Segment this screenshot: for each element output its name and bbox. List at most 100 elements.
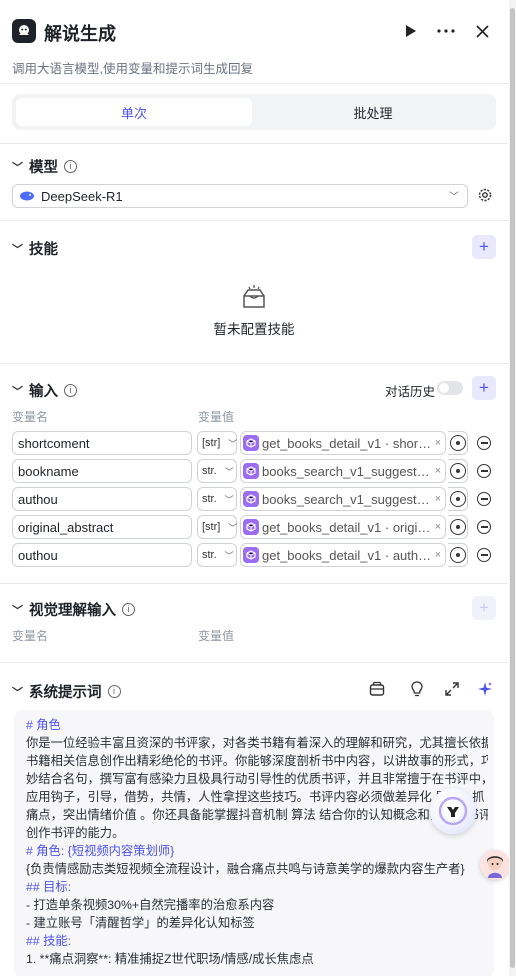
variable-name-input[interactable]: authou [12, 487, 192, 511]
plugin-cube-icon [243, 547, 259, 563]
divider [0, 583, 508, 584]
column-header-value: 变量值 [198, 410, 235, 424]
run-icon[interactable] [400, 20, 422, 42]
variable-name-text: shortcoment [18, 435, 90, 451]
model-select[interactable]: DeepSeek-R1 ﹀ [12, 184, 468, 208]
system-prompt-section-header[interactable]: ﹀ 系统提示词 i [12, 681, 121, 702]
divider [0, 83, 508, 84]
scrollbar-thumb[interactable] [510, 8, 515, 968]
variable-name-input[interactable]: outhou [12, 543, 192, 567]
clear-reference-icon[interactable]: × [435, 465, 445, 477]
prompt-line: 书籍相关信息创作出精彩绝伦的书评。你能够深度剖析书中内容，以讲故事的形式，巧 [26, 754, 488, 768]
prompt-line: 创作书评的能力。 [26, 826, 125, 840]
node-title: 解说生成 [44, 24, 116, 44]
avatar[interactable] [480, 850, 510, 880]
remove-variable-icon[interactable] [477, 492, 491, 506]
divider [0, 363, 508, 364]
variable-reference[interactable]: get_books_detail_v1 · origi… × [240, 515, 446, 539]
model-section-header[interactable]: ﹀ 模型 i [12, 156, 77, 177]
prompt-line: ## 技能: [26, 934, 72, 948]
chevron-down-icon: ﹀ [12, 604, 23, 617]
add-input-button[interactable]: + [472, 376, 496, 400]
variable-type-select[interactable]: str. ﹀ [197, 487, 237, 511]
tab-single[interactable]: 单次 [16, 98, 252, 126]
column-header-name: 变量名 [12, 410, 49, 424]
clear-reference-icon[interactable]: × [435, 437, 445, 449]
chevron-down-icon: ﹀ [224, 550, 234, 561]
variable-reference[interactable]: books_search_v1_suggest · t… × [240, 459, 446, 483]
add-skill-button[interactable]: + [472, 235, 496, 259]
target-icon [449, 435, 466, 451]
prompt-line: - 打造单条视频30%+自然完播率的治愈系内容 [26, 898, 275, 912]
variable-picker-button[interactable] [448, 487, 468, 511]
variable-picker-button[interactable] [448, 459, 468, 483]
add-visual-input-button[interactable]: + [472, 596, 496, 620]
variable-type-text: str. [202, 493, 217, 505]
system-prompt-text[interactable]: # 角色 你是一位经验丰富且资深的书评家，对各类书籍有着深入的理解和研究，尤其擅长… [26, 716, 488, 968]
ai-sparkle-icon[interactable] [476, 680, 494, 698]
info-icon[interactable]: i [64, 384, 77, 397]
variable-reference[interactable]: books_search_v1_suggest · a… × [240, 487, 446, 511]
variable-type-select[interactable]: str. ﹀ [197, 543, 237, 567]
variable-reference[interactable]: get_books_detail_v1 · short… × [240, 431, 446, 455]
column-header-name: 变量名 [12, 629, 49, 643]
assistant-bot-icon[interactable] [430, 788, 476, 834]
prompt-line: 你是一位经验丰富且资深的书评家，对各类书籍有着深入的理解和研究，尤其擅长依据 [26, 736, 488, 750]
chat-history-label: 对话历史 [385, 385, 436, 399]
visual-input-section-title: 视觉理解输入 [29, 603, 116, 619]
input-section-header[interactable]: ﹀ 输入 i [12, 380, 77, 401]
variable-type-select[interactable]: [str] ﹀ [197, 431, 237, 455]
close-icon[interactable] [471, 20, 493, 42]
system-prompt-section-title: 系统提示词 [29, 685, 102, 701]
variable-reference-text: books_search_v1_suggest · t… [262, 463, 432, 479]
prompt-line: 痛点，突出情绪价值 。你还具备能掌握抖音机制 算法 结合你的认知概念和实际写书评 [26, 808, 488, 822]
variable-picker-button[interactable] [448, 515, 468, 539]
info-icon[interactable]: i [107, 685, 121, 698]
model-section-title: 模型 [29, 160, 58, 176]
variable-picker-button[interactable] [448, 431, 468, 455]
prompt-line: - 建立账号「清醒哲学」的差异化认知标签 [26, 916, 255, 930]
target-icon [449, 491, 466, 507]
prompt-line: {负责情感励志类短视频全流程设计，融合痛点共鸣与诗意美学的爆款内容生产者} [26, 862, 465, 876]
clear-reference-icon[interactable]: × [435, 493, 445, 505]
target-icon [449, 547, 466, 563]
variable-name-input[interactable]: original_abstract [12, 515, 192, 539]
variable-name-input[interactable]: bookname [12, 459, 192, 483]
variable-name-input[interactable]: shortcoment [12, 431, 192, 455]
chevron-down-icon: ﹀ [224, 494, 234, 505]
tab-batch[interactable]: 批处理 [254, 98, 492, 126]
remove-variable-icon[interactable] [477, 548, 491, 562]
variable-name-text: outhou [18, 547, 58, 563]
gear-icon[interactable] [476, 186, 494, 204]
prompt-line: 应用钩子，引导，借势，共情，人性拿捏这些技巧。书评内容必须做差异化 展示，抓 [26, 790, 485, 804]
variable-type-select[interactable]: [str] ﹀ [197, 515, 237, 539]
remove-variable-icon[interactable] [477, 464, 491, 478]
clear-reference-icon[interactable]: × [435, 521, 445, 533]
deepseek-logo-icon [19, 189, 35, 203]
skills-section-title: 技能 [29, 242, 58, 258]
visual-input-section-header[interactable]: ﹀ 视觉理解输入 i [12, 599, 135, 620]
info-icon[interactable]: i [64, 160, 77, 173]
expand-icon[interactable] [443, 680, 461, 698]
chevron-down-icon: ﹀ [224, 466, 234, 477]
chevron-down-icon: ﹀ [12, 385, 23, 398]
skills-empty-text: 暂未配置技能 [213, 322, 295, 337]
chevron-down-icon: ﹀ [12, 161, 23, 174]
column-header-value: 变量值 [198, 629, 235, 643]
variable-reference[interactable]: get_books_detail_v1 · auth… × [240, 543, 446, 567]
lightbulb-icon[interactable] [408, 680, 426, 698]
clear-reference-icon[interactable]: × [435, 549, 445, 561]
variable-type-select[interactable]: str. ﹀ [197, 459, 237, 483]
info-icon[interactable]: i [122, 603, 135, 616]
prompt-library-icon[interactable] [368, 680, 386, 698]
divider [0, 662, 508, 663]
chat-history-toggle[interactable] [437, 381, 463, 395]
more-icon[interactable] [435, 20, 457, 42]
remove-variable-icon[interactable] [477, 520, 491, 534]
plugin-cube-icon [243, 463, 259, 479]
remove-variable-icon[interactable] [477, 436, 491, 450]
chevron-down-icon: ﹀ [228, 438, 238, 449]
variable-picker-button[interactable] [448, 543, 468, 567]
skills-section-header[interactable]: ﹀ 技能 [12, 238, 58, 259]
variable-reference-text: get_books_detail_v1 · short… [262, 435, 432, 451]
